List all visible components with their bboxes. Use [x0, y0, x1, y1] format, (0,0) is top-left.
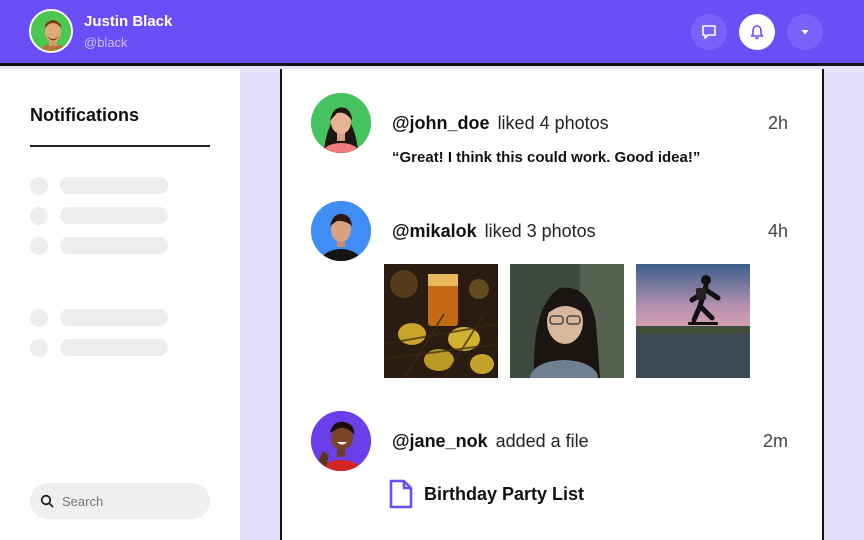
- notification-action: liked 3 photos: [484, 221, 596, 241]
- notification-action: added a file: [495, 431, 589, 451]
- notification-text: @mikalok liked 3 photos: [392, 221, 596, 242]
- file-attachment[interactable]: Birthday Party List: [388, 478, 584, 510]
- notification-handle[interactable]: @mikalok: [392, 221, 477, 241]
- notification-handle[interactable]: @jane_nok: [392, 431, 488, 451]
- notification-feed: @john_doe liked 4 photos 2h “Great! I thi…: [280, 69, 824, 540]
- file-name: Birthday Party List: [424, 483, 585, 504]
- notifications-button[interactable]: [739, 14, 775, 50]
- notification-text: @john_doe liked 4 photos: [392, 113, 609, 134]
- notification-action: liked 4 photos: [497, 113, 609, 133]
- notification-time: 4h: [767, 221, 788, 241]
- user-handle: @black: [84, 35, 128, 50]
- skeleton-dot: [30, 309, 48, 327]
- notification-comment: “Great! I think this could work. Good id…: [392, 149, 701, 166]
- search-placeholder: Search: [62, 493, 104, 509]
- search-input[interactable]: Search: [30, 483, 210, 519]
- notification-time: 2m: [762, 431, 788, 451]
- sidebar-title: Notifications: [30, 105, 140, 125]
- user-avatar[interactable]: [29, 9, 73, 53]
- john-doe-avatar[interactable]: [311, 93, 371, 153]
- sidebar: Notifications Search: [0, 69, 240, 540]
- skeleton-bar: [60, 309, 168, 326]
- messages-button[interactable]: [691, 14, 727, 50]
- file-icon: [389, 479, 413, 509]
- account-menu-button[interactable]: [787, 14, 823, 50]
- top-bar: Justin Black @black: [0, 0, 864, 66]
- photo-thumbnail[interactable]: [384, 264, 498, 378]
- mikalok-avatar[interactable]: [311, 201, 371, 261]
- photo-thumbnail[interactable]: [636, 264, 750, 378]
- user-name: Justin Black: [84, 13, 173, 30]
- notification-text: @jane_nok added a file: [392, 431, 589, 452]
- skeleton-bar: [60, 177, 168, 194]
- sidebar-divider: [30, 145, 210, 147]
- chevron-down-icon: [801, 30, 809, 35]
- skeleton-dot: [30, 237, 48, 255]
- skeleton-dot: [30, 207, 48, 225]
- skeleton-dot: [30, 339, 48, 357]
- jane-nok-avatar[interactable]: [311, 411, 371, 471]
- search-icon: [40, 494, 54, 508]
- skeleton-bar: [60, 207, 168, 224]
- message-icon: [702, 25, 716, 39]
- bell-icon: [750, 25, 764, 40]
- notification-handle[interactable]: @john_doe: [392, 113, 490, 133]
- skeleton-bar: [60, 237, 168, 254]
- photo-thumbnail[interactable]: [510, 264, 624, 378]
- skeleton-dot: [30, 177, 48, 195]
- notification-time: 2h: [767, 113, 788, 133]
- skeleton-bar: [60, 339, 168, 356]
